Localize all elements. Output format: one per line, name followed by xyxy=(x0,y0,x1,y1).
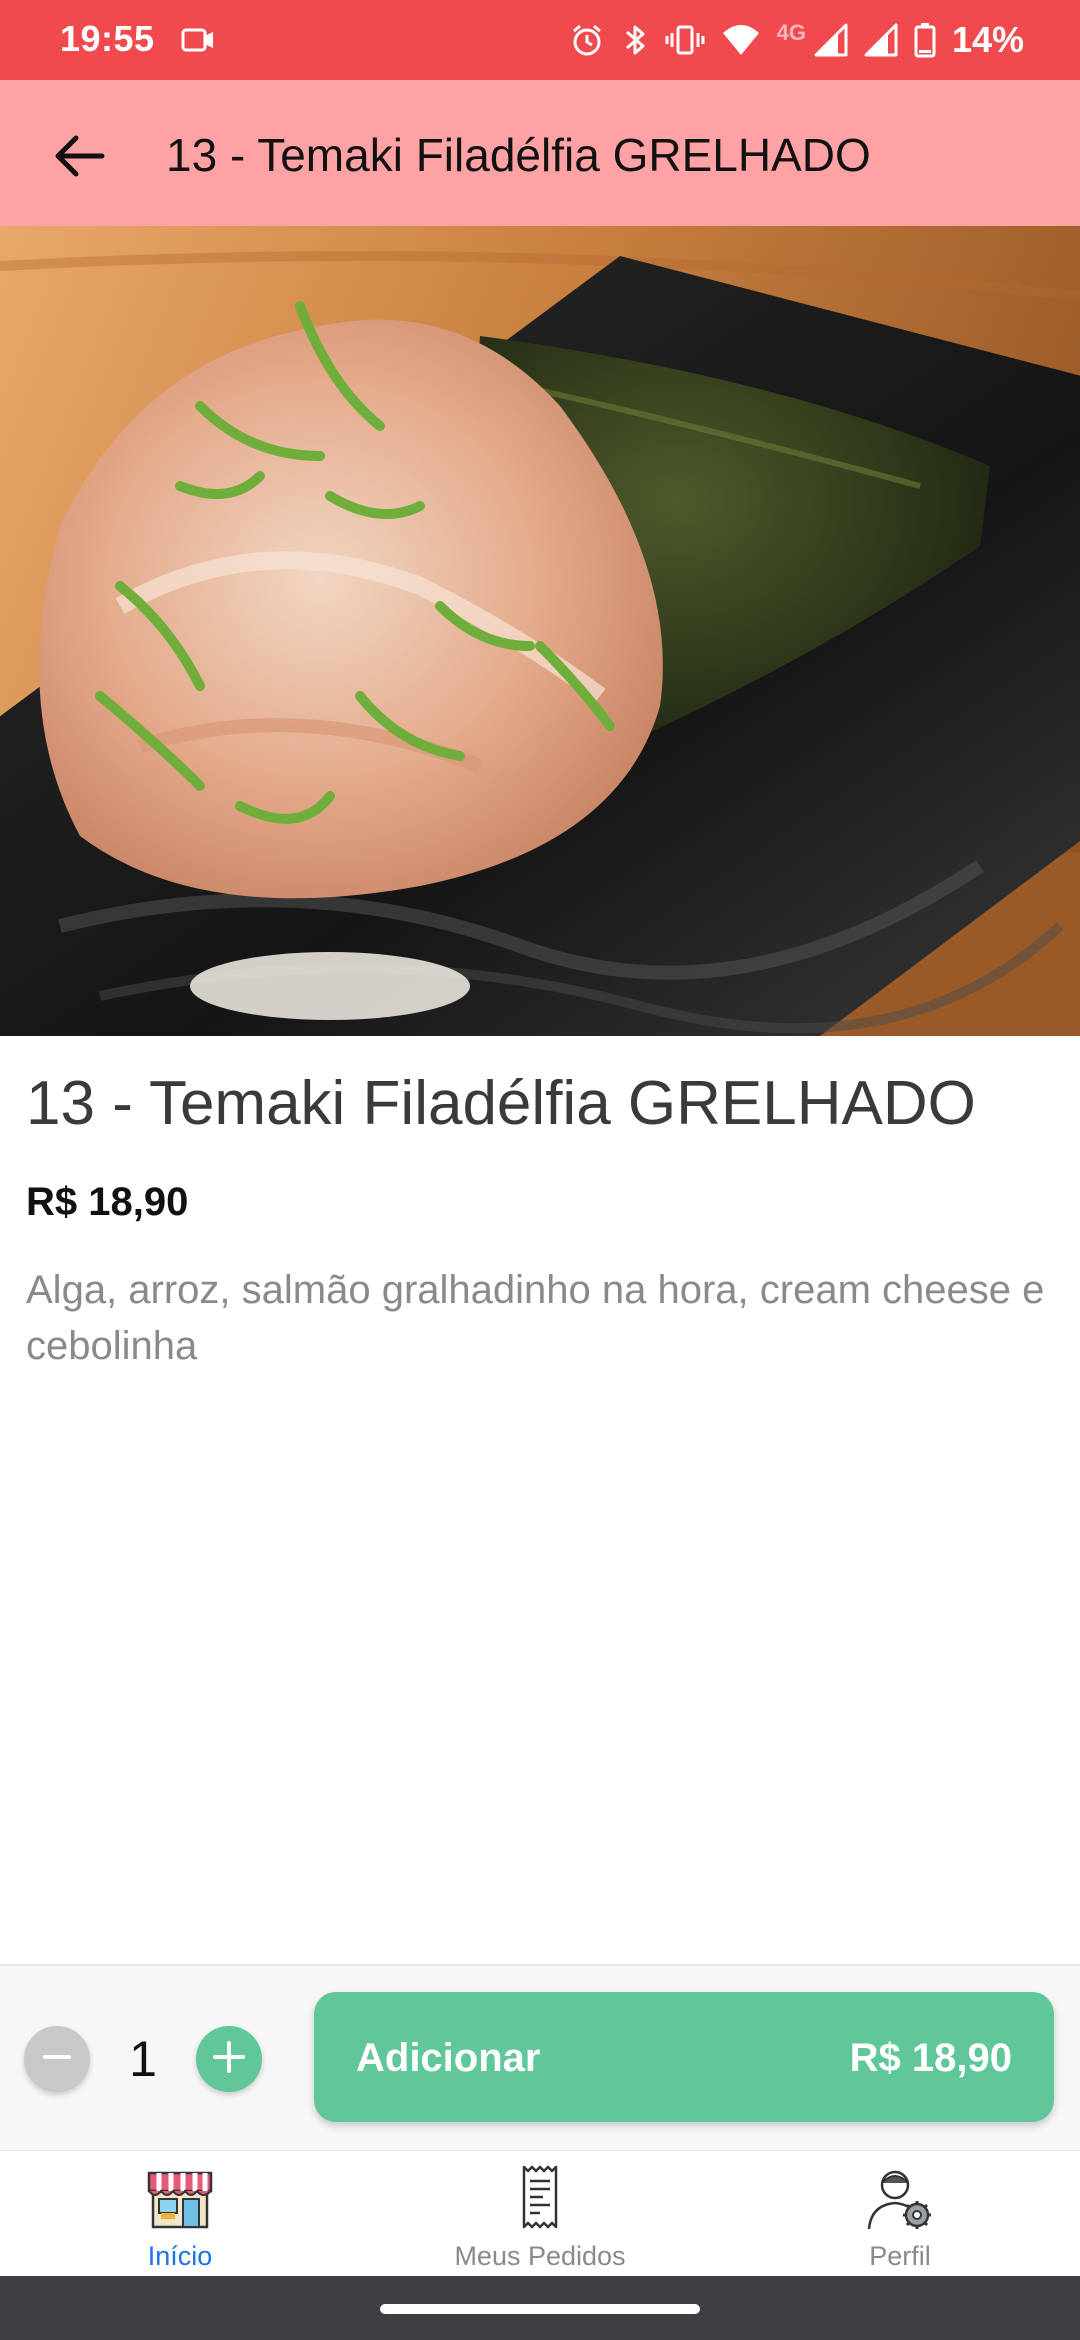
product-price: R$ 18,90 xyxy=(26,1180,189,1224)
product-description: Alga, arroz, salmão gralhadinho na hora,… xyxy=(26,1268,1045,1368)
signal-icon xyxy=(864,23,898,57)
arrow-left-icon xyxy=(54,134,106,183)
bluetooth-icon xyxy=(621,22,649,58)
minus-icon xyxy=(39,2039,75,2080)
increase-quantity-button[interactable] xyxy=(196,2026,262,2092)
plus-icon xyxy=(209,2037,249,2082)
status-icons: 4G 14% xyxy=(569,18,1024,62)
order-bar: 1 Adicionar R$ 18,90 xyxy=(0,1964,1080,2150)
alarm-icon xyxy=(569,22,605,58)
add-to-cart-button[interactable]: Adicionar R$ 18,90 xyxy=(314,1992,1054,2122)
back-button[interactable] xyxy=(40,118,120,198)
system-navigation-bar xyxy=(0,2276,1080,2340)
nav-label-perfil: Perfil xyxy=(869,2241,931,2271)
product-image xyxy=(0,226,1080,1036)
status-bar: 19:55 4G 14% xyxy=(0,0,1080,80)
signal-icon xyxy=(814,23,848,57)
bottom-navigation: Início Meus Pedidos Perfil xyxy=(0,2150,1080,2276)
status-time: 19:55 xyxy=(60,18,155,59)
wifi-icon xyxy=(721,23,761,57)
add-button-price: R$ 18,90 xyxy=(849,2036,1012,2080)
user-settings-icon xyxy=(865,2165,935,2231)
nav-item-inicio[interactable]: Início xyxy=(0,2151,360,2277)
home-gesture-handle[interactable] xyxy=(380,2304,700,2314)
nav-label-meus-pedidos: Meus Pedidos xyxy=(454,2241,626,2271)
app-bar: 13 - Temaki Filadélfia GRELHADO xyxy=(0,80,1080,226)
quantity-value: 1 xyxy=(129,2031,157,2087)
battery-percent: 14% xyxy=(951,19,1024,60)
vibrate-icon xyxy=(665,22,705,58)
nav-label-inicio: Início xyxy=(147,2241,213,2271)
network-type-label: 4G xyxy=(776,20,806,45)
receipt-icon xyxy=(505,2165,575,2231)
battery-icon xyxy=(914,22,936,58)
storefront-icon xyxy=(145,2165,215,2231)
video-camera-icon xyxy=(180,22,216,58)
decrease-quantity-button[interactable] xyxy=(24,2026,90,2092)
nav-item-perfil[interactable]: Perfil xyxy=(720,2151,1080,2277)
product-name: 13 - Temaki Filadélfia GRELHADO xyxy=(26,1069,976,1138)
page-title: 13 - Temaki Filadélfia GRELHADO xyxy=(166,129,871,181)
add-button-label: Adicionar xyxy=(356,2036,541,2080)
nav-item-meus-pedidos[interactable]: Meus Pedidos xyxy=(360,2151,720,2277)
